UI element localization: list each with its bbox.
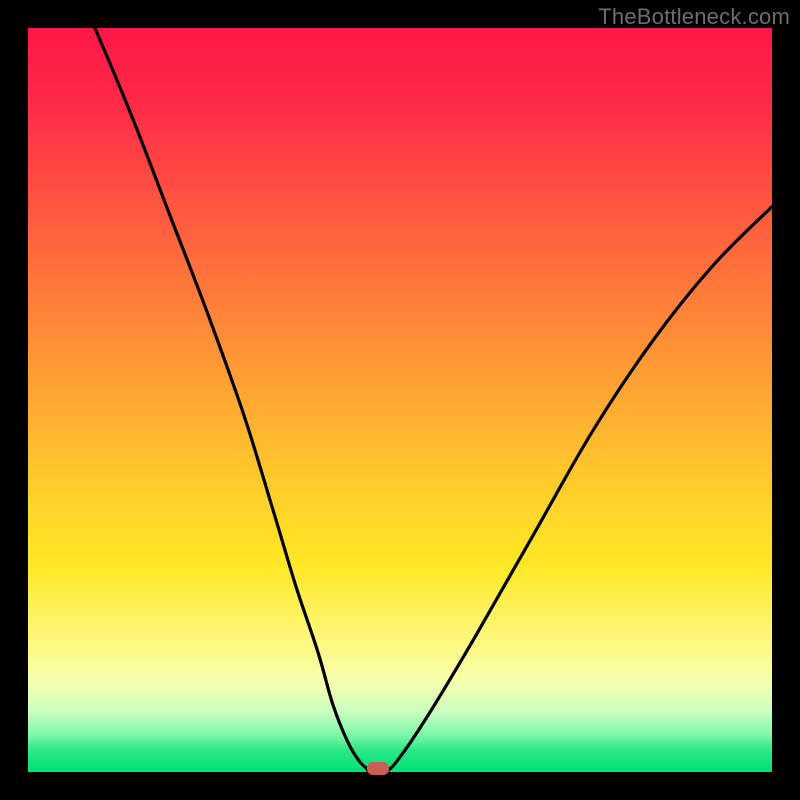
optimal-marker — [367, 762, 389, 775]
plot-area — [28, 28, 772, 772]
chart-frame: TheBottleneck.com — [0, 0, 800, 800]
bottleneck-curve — [28, 28, 772, 772]
watermark-text: TheBottleneck.com — [598, 4, 790, 30]
